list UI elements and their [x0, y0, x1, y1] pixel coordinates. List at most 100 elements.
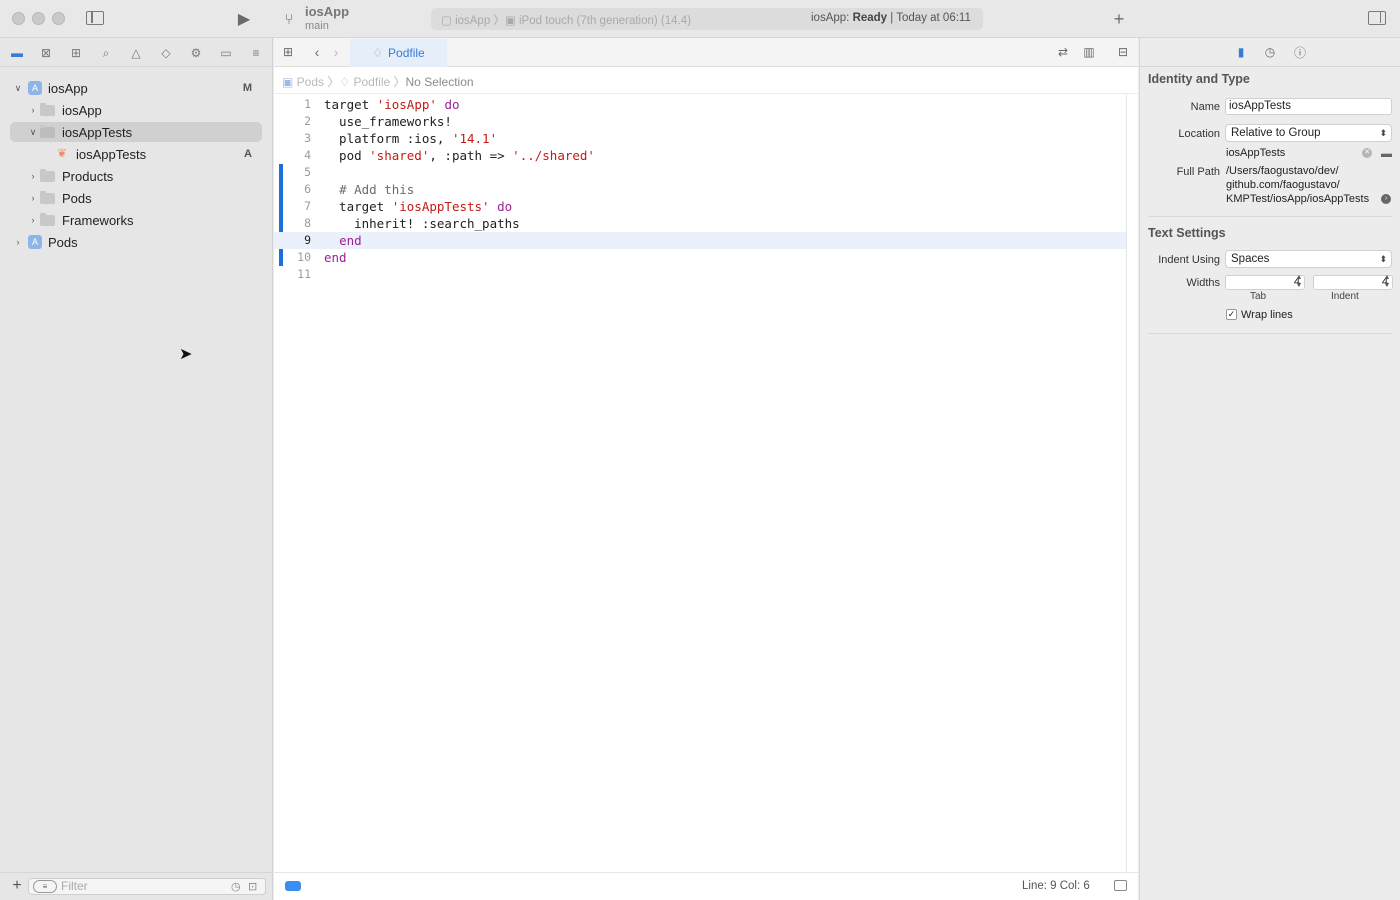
line-number: 9	[304, 233, 311, 247]
swap-icon[interactable]: ⇄	[1056, 45, 1070, 59]
help-icon[interactable]: ⓘ	[1293, 45, 1307, 60]
clear-icon[interactable]: ✕	[1362, 148, 1372, 158]
recent-files-icon[interactable]: ◷	[231, 880, 241, 893]
code-line[interactable]: 4 pod 'shared', :path => '../shared'	[274, 147, 1126, 164]
plus-icon[interactable]: +	[1110, 9, 1128, 29]
tree-item-frameworks[interactable]: › Frameworks	[10, 210, 262, 230]
close-window-button[interactable]	[12, 12, 25, 25]
project-title: iosApp	[305, 4, 350, 19]
editor-options-icon[interactable]: ▥	[1080, 45, 1098, 59]
chevron-right-icon[interactable]: ›	[28, 105, 38, 115]
history-icon[interactable]: ◷	[1263, 45, 1277, 59]
split-editor-icon[interactable]: ⊟	[1116, 45, 1130, 59]
breadcrumb-root[interactable]: Pods	[297, 75, 324, 89]
chevron-right-icon[interactable]: ›	[28, 193, 38, 203]
code-text: , :path =>	[429, 148, 513, 163]
code-keyword: end	[339, 233, 362, 248]
name-label: Name	[1190, 101, 1220, 113]
device-name: iPod touch (7th generation) (14.4)	[519, 15, 691, 27]
chevron-right-icon[interactable]: ›	[28, 171, 38, 181]
tree-item-pods-project[interactable]: › A Pods	[10, 232, 262, 252]
chevron-right-icon[interactable]: ›	[28, 215, 38, 225]
filter-options-icon[interactable]: ≡	[33, 880, 57, 893]
tree-item-iosapptests-group[interactable]: ∨ iosAppTests	[10, 122, 262, 142]
breadcrumb-file[interactable]: Podfile	[353, 75, 390, 89]
forward-icon[interactable]: ›	[329, 44, 343, 60]
indent-using-select[interactable]: Spaces ⬍	[1225, 250, 1392, 268]
breakpoints-toggle-icon[interactable]	[285, 881, 301, 891]
test-icon[interactable]: ◇	[158, 45, 174, 61]
name-field[interactable]: iosAppTests	[1225, 98, 1392, 115]
warning-icon[interactable]: △	[128, 45, 144, 61]
tree-item-iosapptests-file[interactable]: ❦ iosAppTests A	[10, 144, 262, 164]
add-file-icon[interactable]: +	[10, 877, 24, 894]
scheme-selector[interactable]: ▢ iosApp 〉▣ iPod touch (7th generation) …	[441, 12, 691, 28]
status-suffix: | Today at 06:11	[887, 12, 971, 24]
full-path-line: github.com/faogustavo/	[1226, 179, 1340, 191]
tree-item-pods-group[interactable]: › Pods	[10, 188, 262, 208]
sidebar-toggle-icon[interactable]	[86, 11, 104, 25]
chevron-down-icon[interactable]: ∨	[28, 127, 38, 138]
search-icon[interactable]: ⌕	[98, 45, 114, 61]
location-value: Relative to Group	[1231, 127, 1321, 139]
code-line[interactable]: 8 inherit! :search_paths	[274, 215, 1126, 232]
tab-podfile[interactable]: ♢ Podfile	[350, 39, 447, 67]
report-icon[interactable]: ≡	[248, 45, 264, 61]
tab-width-field[interactable]: 4	[1225, 275, 1305, 290]
line-number: 1	[304, 97, 311, 111]
debug-area-toggle-icon[interactable]	[1114, 880, 1127, 891]
section-title-text-settings: Text Settings	[1148, 226, 1226, 240]
tree-item-label: Pods	[62, 190, 92, 206]
debug-icon[interactable]: ⚙	[188, 45, 204, 61]
wrap-lines-checkbox[interactable]: ✓	[1226, 309, 1237, 320]
code-line-current[interactable]: 9 end	[274, 232, 1126, 249]
tree-item-iosapp-project[interactable]: ∨ A iosApp M	[10, 78, 262, 98]
indent-width-field[interactable]: 4	[1313, 275, 1393, 290]
tree-item-label: iosAppTests	[62, 124, 133, 140]
file-icon[interactable]: ▮	[1234, 45, 1248, 59]
back-icon[interactable]: ‹	[310, 44, 324, 60]
grid-icon[interactable]: ⊞	[281, 45, 295, 59]
symbol-icon[interactable]: ⊞	[68, 45, 84, 61]
code-line[interactable]: 3 platform :ios, '14.1'	[274, 130, 1126, 147]
full-path-label: Full Path	[1176, 166, 1220, 178]
code-string: 'shared'	[369, 148, 430, 163]
code-line[interactable]: 6 # Add this	[274, 181, 1126, 198]
code-string: '14.1'	[451, 131, 498, 146]
inspector-toggle-icon[interactable]	[1368, 11, 1386, 25]
branch-icon: ⑂	[284, 10, 294, 28]
breakpoint-icon[interactable]: ▭	[218, 45, 234, 61]
code-line[interactable]: 1 target 'iosApp' do	[274, 96, 1126, 113]
section-title-identity: Identity and Type	[1148, 72, 1250, 86]
code-line[interactable]: 10 end	[274, 249, 1126, 266]
code-line[interactable]: 11	[274, 266, 1126, 283]
scm-filter-icon[interactable]: ⊡	[248, 880, 257, 893]
tree-item-iosapp-group[interactable]: › iosApp	[10, 100, 262, 120]
breadcrumb-selection[interactable]: No Selection	[406, 75, 474, 89]
ruby-file-icon: ♢	[339, 75, 354, 89]
code-string: 'iosApp'	[376, 97, 437, 112]
code-line[interactable]: 7 target 'iosAppTests' do	[274, 198, 1126, 215]
tree-item-label: Products	[62, 168, 114, 184]
breadcrumb[interactable]: ▣ Pods 〉♢ Podfile 〉No Selection	[282, 73, 474, 90]
indent-using-label: Indent Using	[1158, 254, 1220, 266]
code-line[interactable]: 5	[274, 164, 1126, 181]
tree-item-products[interactable]: › Products	[10, 166, 262, 186]
location-select[interactable]: Relative to Group ⬍	[1225, 124, 1392, 142]
ruby-file-icon: ♢	[372, 46, 384, 60]
folder-icon[interactable]: ▬	[9, 45, 25, 61]
reveal-in-finder-icon[interactable]: ›	[1381, 194, 1391, 204]
source-control-icon[interactable]: ⊠	[38, 45, 54, 61]
minimize-window-button[interactable]	[32, 12, 45, 25]
indent-using-value: Spaces	[1231, 253, 1270, 265]
folder-icon	[40, 103, 55, 116]
indent-width-stepper[interactable]: ▲ ▼	[1382, 274, 1392, 291]
code-text: target	[324, 199, 392, 214]
chevron-right-icon[interactable]: ›	[13, 237, 23, 247]
folder-icon[interactable]: ▬	[1381, 148, 1392, 160]
code-line[interactable]: 2 use_frameworks!	[274, 113, 1126, 130]
tab-width-stepper[interactable]: ▲ ▼	[1294, 274, 1304, 291]
zoom-window-button[interactable]	[52, 12, 65, 25]
chevron-down-icon[interactable]: ∨	[13, 83, 23, 94]
play-icon[interactable]: ▶	[235, 10, 253, 28]
